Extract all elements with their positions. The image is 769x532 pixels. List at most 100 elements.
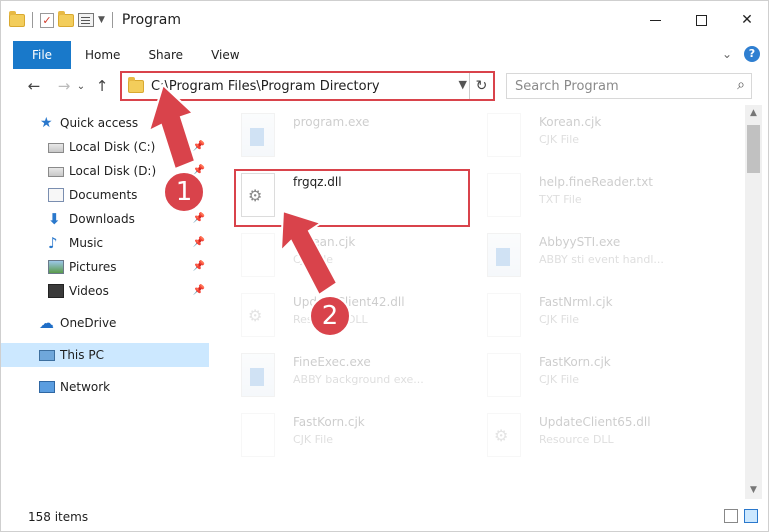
search-icon: ⌕ (737, 77, 745, 93)
sidebar-item-this-pc[interactable]: This PC (1, 343, 209, 367)
file-item[interactable]: FastKorn.cjk CJK File (467, 349, 707, 409)
file-name: Korean.cjk (539, 115, 602, 129)
file-item[interactable]: program.exe (221, 109, 461, 169)
pictures-icon (48, 260, 64, 274)
help-icon[interactable]: ? (744, 46, 760, 62)
vertical-scrollbar[interactable]: ▲ ▼ (745, 105, 762, 499)
pin-icon[interactable]: 📌 (193, 213, 205, 224)
file-item[interactable]: FastKorn.cjk CJK File (221, 409, 461, 469)
file-icon (487, 293, 521, 337)
file-name: AbbyySTI.exe (539, 235, 621, 249)
sidebar-item-quick-access[interactable]: ★ Quick access (1, 111, 209, 135)
forward-button[interactable]: → (53, 77, 75, 95)
file-name: UpdateClient65.dll (539, 415, 651, 429)
file-item[interactable]: AbbyySTI.exe ABBY sti event handl... (467, 229, 707, 289)
documents-icon (48, 188, 64, 202)
sidebar-item-label: Local Disk (D:) (69, 164, 157, 178)
address-path[interactable]: C:\Program Files\Program Directory (151, 79, 380, 94)
details-view-icon[interactable] (724, 509, 738, 523)
sidebar-item-label: Pictures (69, 260, 117, 274)
maximize-button[interactable] (678, 1, 724, 39)
status-bar: 158 items (1, 501, 768, 531)
file-item[interactable]: Korean.cjk CJK File (467, 109, 707, 169)
explorer-window: ✓ ▼ Program ✕ File Home Share View ⌄ ? ←… (0, 0, 769, 532)
file-name: help.fineReader.txt (539, 175, 653, 189)
file-icon (241, 233, 275, 277)
pin-icon[interactable]: 📌 (193, 141, 205, 152)
properties-icon[interactable] (78, 13, 94, 27)
minimize-button[interactable] (632, 1, 678, 39)
exe-icon (487, 233, 521, 277)
address-bar[interactable]: C:\Program Files\Program Directory ▼ ↻ (120, 71, 495, 101)
pin-icon[interactable]: 📌 (193, 261, 205, 272)
tab-home[interactable]: Home (71, 48, 134, 62)
customize-toolbar-arrow-icon[interactable]: ▼ (98, 15, 105, 25)
new-folder-icon[interactable] (58, 10, 74, 27)
sidebar-item-onedrive[interactable]: ☁ OneDrive (1, 311, 209, 335)
file-name: FineExec.exe (293, 355, 371, 369)
tab-view[interactable]: View (197, 48, 253, 62)
pin-icon[interactable]: 📌 (193, 237, 205, 248)
minimize-icon (649, 19, 661, 21)
window-controls: ✕ (632, 1, 768, 39)
file-type: Resource DLL (539, 433, 614, 446)
sidebar-item-label: OneDrive (60, 316, 117, 330)
file-type: TXT File (539, 193, 582, 206)
sidebar-item-local-disk-c[interactable]: Local Disk (C:) 📌 (1, 135, 209, 159)
sidebar-item-label: Documents (69, 188, 138, 202)
file-type: CJK File (539, 373, 580, 386)
drive-icon (48, 143, 64, 153)
sidebar-item-videos[interactable]: Videos 📌 (1, 279, 209, 303)
music-icon: ♪ (48, 234, 58, 252)
file-name: program.exe (293, 115, 370, 129)
search-input[interactable]: Search Program (515, 79, 619, 94)
refresh-button[interactable]: ↻ (469, 73, 493, 99)
file-type: ABBY background exe... (293, 373, 424, 386)
search-box[interactable]: Search Program ⌕ (506, 73, 752, 99)
file-name: FastKorn.cjk (539, 355, 611, 369)
sidebar-item-label: Downloads (69, 212, 135, 226)
sidebar-item-label: Videos (69, 284, 109, 298)
file-item[interactable]: UpdateClient65.dll Resource DLL (467, 409, 707, 469)
step-1-badge: 1 (163, 171, 205, 213)
title-bar: ✓ ▼ Program ✕ (1, 1, 768, 39)
dll-gear-icon (487, 413, 521, 457)
scroll-thumb[interactable] (747, 125, 760, 173)
expand-ribbon-icon[interactable]: ⌄ (722, 47, 732, 61)
quick-access-toolbar: ✓ ▼ (9, 10, 116, 28)
tab-share[interactable]: Share (134, 48, 197, 62)
tab-file[interactable]: File (13, 41, 71, 69)
file-icon (487, 173, 521, 217)
step-2-badge: 2 (309, 295, 351, 337)
file-type: ABBY sti event handl... (539, 253, 664, 266)
tiles-view-icon[interactable] (744, 509, 758, 523)
sidebar-item-label: Music (69, 236, 104, 250)
file-item[interactable]: Korean.cjk CJK File (221, 229, 461, 289)
sidebar-item-network[interactable]: Network (1, 375, 209, 399)
recent-locations-button[interactable]: ⌄ (75, 81, 87, 92)
file-item[interactable]: FineExec.exe ABBY background exe... (221, 349, 461, 409)
file-type: CJK File (293, 433, 334, 446)
pin-icon[interactable]: 📌 (193, 285, 205, 296)
drive-icon (48, 167, 64, 177)
exe-icon (241, 353, 275, 397)
item-count: 158 items (28, 509, 89, 524)
sidebar-item-music[interactable]: ♪ Music 📌 (1, 231, 209, 255)
close-button[interactable]: ✕ (724, 1, 768, 39)
scroll-up-icon[interactable]: ▲ (745, 105, 762, 122)
file-name: FastNrml.cjk (539, 295, 613, 309)
sidebar-item-pictures[interactable]: Pictures 📌 (1, 255, 209, 279)
file-name: FastKorn.cjk (293, 415, 365, 429)
file-item[interactable]: FastNrml.cjk CJK File (467, 289, 707, 349)
back-button[interactable]: ← (23, 77, 45, 95)
sidebar-item-label: Network (60, 380, 111, 394)
file-icon (487, 353, 521, 397)
scroll-down-icon[interactable]: ▼ (745, 482, 762, 499)
window-title: Program (121, 12, 181, 28)
up-button[interactable]: ↑ (91, 77, 113, 95)
file-name: Korean.cjk (293, 235, 356, 249)
videos-icon (48, 284, 64, 298)
file-item[interactable]: help.fineReader.txt TXT File (467, 169, 707, 229)
address-dropdown-icon[interactable]: ▼ (459, 78, 467, 91)
properties-check-icon[interactable]: ✓ (40, 12, 54, 28)
